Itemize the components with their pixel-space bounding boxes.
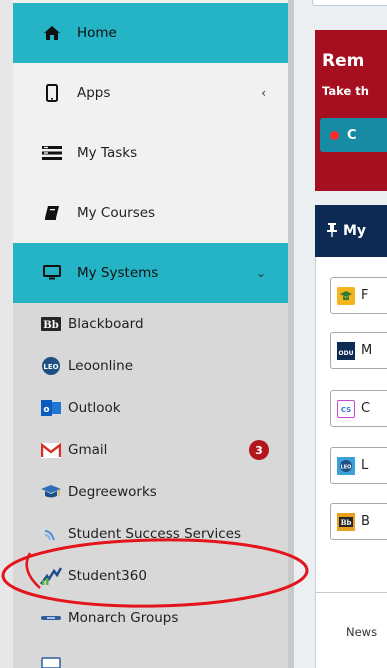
- system-next-item[interactable]: [13, 639, 288, 668]
- pinned-tile-4[interactable]: LEO L: [330, 447, 387, 484]
- pin-icon: [327, 222, 337, 240]
- chevron-left-icon: ‹: [261, 86, 266, 100]
- leo-icon: LEO: [337, 456, 355, 475]
- pinned-tile-5[interactable]: Bb B: [330, 503, 387, 540]
- nav-my-systems[interactable]: My Systems ⌄: [13, 243, 288, 303]
- reminder-subtitle: Take th: [322, 84, 369, 98]
- news-tab[interactable]: News: [346, 625, 377, 639]
- pinned-tile-3[interactable]: CS C: [330, 390, 387, 427]
- book-icon: [41, 204, 63, 222]
- nav-my-courses-label: My Courses: [77, 205, 156, 221]
- reminder-button[interactable]: C: [320, 118, 387, 152]
- app-icon: [40, 651, 62, 668]
- reminder-title: Rem: [322, 51, 365, 71]
- main-content: Rem Take th C My F ODU M CS C LEO L Bb B…: [294, 0, 387, 668]
- nav-home[interactable]: Home: [13, 3, 288, 63]
- system-degreeworks[interactable]: Degreeworks: [13, 471, 288, 513]
- pinned-systems-list: F ODU M CS C LEO L Bb B: [315, 257, 387, 596]
- svg-text:LEO: LEO: [43, 363, 58, 371]
- tasks-icon: [41, 144, 63, 162]
- system-degreeworks-label: Degreeworks: [68, 484, 157, 500]
- my-header-label: My: [343, 223, 367, 239]
- gmail-icon: [40, 441, 62, 459]
- monarch-groups-icon: [40, 609, 62, 627]
- pinned-tile-5-label: B: [361, 514, 370, 529]
- svg-text:ODU: ODU: [339, 350, 354, 357]
- system-monarch-groups-label: Monarch Groups: [68, 610, 179, 626]
- monitor-icon: [41, 264, 63, 282]
- pinned-tile-1-label: F: [361, 288, 369, 303]
- top-card: [312, 0, 387, 6]
- pinned-tile-4-label: L: [361, 458, 369, 473]
- cs-icon: CS: [337, 399, 355, 418]
- home-icon: [41, 24, 63, 42]
- system-blackboard[interactable]: Bb Blackboard: [13, 303, 288, 345]
- blackboard-icon: Bb: [337, 512, 355, 531]
- nav-my-tasks-label: My Tasks: [77, 145, 138, 161]
- my-systems-header: My: [315, 205, 387, 257]
- nav-my-tasks[interactable]: My Tasks: [13, 123, 288, 183]
- leo-icon: LEO: [40, 357, 62, 375]
- system-leoonline[interactable]: LEO Leoonline: [13, 345, 288, 387]
- nav-apps-label: Apps: [77, 85, 111, 101]
- news-card: News: [315, 592, 387, 668]
- svg-text:o: o: [43, 405, 49, 415]
- system-outlook-label: Outlook: [68, 400, 121, 416]
- system-student360[interactable]: Student360: [13, 555, 288, 597]
- system-student-success-services[interactable]: Student Success Services: [13, 513, 288, 555]
- nav-my-systems-label: My Systems: [77, 265, 159, 281]
- svg-text:CS: CS: [341, 406, 351, 414]
- odu-icon: ODU: [337, 341, 355, 360]
- svg-text:Bb: Bb: [341, 518, 352, 527]
- starfish-icon: [40, 525, 62, 543]
- cap-icon: [337, 286, 355, 305]
- blackboard-icon: Bb: [40, 315, 62, 333]
- student360-icon: [40, 567, 62, 585]
- outlook-icon: o: [40, 399, 62, 417]
- system-leoonline-label: Leoonline: [68, 358, 134, 374]
- system-blackboard-label: Blackboard: [68, 316, 144, 332]
- nav-my-courses[interactable]: My Courses: [13, 183, 288, 243]
- system-gmail-label: Gmail: [68, 442, 108, 458]
- system-outlook[interactable]: o Outlook: [13, 387, 288, 429]
- pinned-tile-2-label: M: [361, 343, 373, 358]
- sidebar: Home Apps ‹ My Tasks My Courses My Syste…: [0, 0, 288, 668]
- record-dot-icon: [330, 130, 339, 140]
- reminder-banner: Rem Take th C: [315, 30, 387, 191]
- pinned-tile-3-label: C: [361, 401, 371, 416]
- nav-apps[interactable]: Apps ‹: [13, 63, 288, 123]
- chevron-down-icon: ⌄: [255, 266, 266, 280]
- system-student360-label: Student360: [68, 568, 147, 584]
- system-gmail[interactable]: Gmail 3: [13, 429, 288, 471]
- reminder-button-label: C: [347, 127, 357, 143]
- pinned-tile-1[interactable]: F: [330, 277, 387, 314]
- nav-home-label: Home: [77, 25, 117, 41]
- pinned-tile-2[interactable]: ODU M: [330, 332, 387, 369]
- gmail-unread-badge: 3: [249, 440, 269, 460]
- system-monarch-groups[interactable]: Monarch Groups: [13, 597, 288, 639]
- svg-text:LEO: LEO: [341, 464, 352, 470]
- system-student-success-services-label: Student Success Services: [68, 526, 241, 542]
- graduation-cap-icon: [40, 483, 62, 501]
- mobile-icon: [41, 84, 63, 102]
- svg-text:Bb: Bb: [43, 320, 58, 331]
